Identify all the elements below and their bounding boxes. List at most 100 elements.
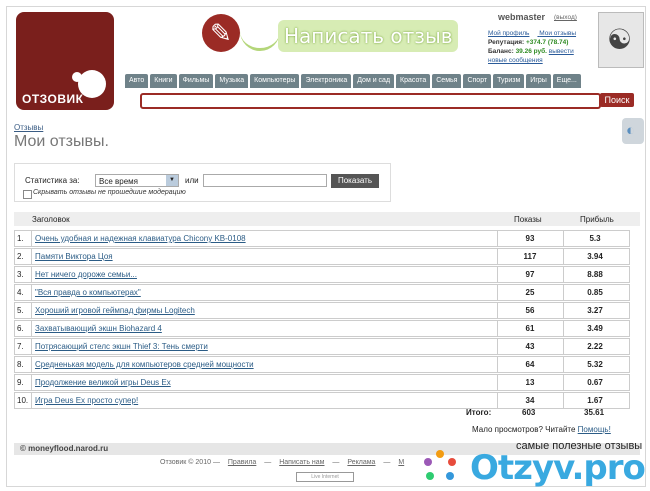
nav-tab[interactable]: Дом и сад bbox=[353, 74, 395, 88]
search-input[interactable] bbox=[140, 93, 601, 109]
period-select[interactable]: Все время ▼ bbox=[95, 174, 179, 187]
row-profit: 3.27 bbox=[563, 303, 626, 318]
row-profit: 2.22 bbox=[563, 339, 626, 354]
col-title: Заголовок bbox=[32, 215, 70, 224]
table-row: 10. Игра Deus Ex просто супер! 34 1.67 bbox=[14, 392, 630, 409]
footer-rules-link[interactable]: Правила bbox=[228, 459, 256, 466]
stats-filter: Статистика за: Все время ▼ или Показать С… bbox=[14, 163, 391, 202]
table-row: 8. Средненькая модель для компьютеров сре… bbox=[14, 356, 630, 373]
nav-tab[interactable]: Игры bbox=[526, 74, 551, 88]
chevron-down-icon: ▼ bbox=[166, 175, 178, 186]
table-row: 9. Продолжение великой игры Deus Ex 13 0.67 bbox=[14, 374, 630, 391]
table-row: 2. Памяти Виктора Цоя 117 3.94 bbox=[14, 248, 630, 265]
nav-tab[interactable]: Книги bbox=[150, 74, 177, 88]
review-link[interactable]: Очень удобная и надежная клавиатура Chic… bbox=[35, 234, 246, 243]
row-number: 4. bbox=[17, 288, 24, 297]
logout-link[interactable]: (выход) bbox=[554, 14, 577, 21]
row-number: 5. bbox=[17, 306, 24, 315]
avatar[interactable] bbox=[598, 12, 644, 68]
withdraw-link[interactable]: вывести bbox=[549, 48, 574, 55]
nav-tab[interactable]: Еще... bbox=[552, 74, 581, 88]
review-link[interactable]: Захватывающий экшн Biohazard 4 bbox=[35, 324, 162, 333]
logo-text: ОТЗОВИК bbox=[22, 92, 84, 106]
row-number: 1. bbox=[17, 234, 24, 243]
help-text: Мало просмотров? Читайте bbox=[472, 425, 576, 434]
globe-icon[interactable] bbox=[622, 118, 644, 144]
help-note: Мало просмотров? Читайте Помощь! bbox=[472, 425, 611, 434]
total-profit: 35.61 bbox=[584, 408, 605, 417]
review-link[interactable]: "Вся правда о компьютерах" bbox=[35, 288, 141, 297]
help-link[interactable]: Помощь! bbox=[578, 425, 611, 434]
row-number: 6. bbox=[17, 324, 24, 333]
period-label: Статистика за: bbox=[25, 176, 80, 185]
review-link[interactable]: Нет ничего дороже семьи... bbox=[35, 270, 137, 279]
write-review-label: Написать отзыв bbox=[284, 24, 453, 48]
review-link[interactable]: Памяти Виктора Цоя bbox=[35, 252, 113, 261]
nav-tab[interactable]: Спорт bbox=[463, 74, 492, 88]
row-profit: 8.88 bbox=[563, 267, 626, 282]
review-link[interactable]: Потрясающий стелс экшн Thief 3: Тень сме… bbox=[35, 342, 208, 351]
nav-tab[interactable]: Компьютеры bbox=[250, 74, 300, 88]
nav-tab[interactable]: Музыка bbox=[215, 74, 249, 88]
pencil-icon bbox=[202, 14, 240, 52]
search-button[interactable]: Поиск bbox=[600, 93, 634, 107]
row-views: 97 bbox=[497, 267, 562, 282]
new-messages-link[interactable]: новые сообщения bbox=[488, 57, 543, 64]
show-button[interactable]: Показать bbox=[331, 174, 379, 188]
balance-value: 39.26 руб. bbox=[515, 48, 547, 55]
row-views: 34 bbox=[497, 393, 562, 408]
review-link[interactable]: Игра Deus Ex просто супер! bbox=[35, 396, 138, 405]
nav-tab[interactable]: Фильмы bbox=[178, 74, 214, 88]
write-review-banner[interactable]: Написать отзыв bbox=[202, 14, 462, 64]
review-link[interactable]: Хороший игровой геймпад фирмы Logitech bbox=[35, 306, 195, 315]
table-row: 1. Очень удобная и надежная клавиатура Ch… bbox=[14, 230, 630, 247]
nav-tab[interactable]: Семья bbox=[432, 74, 462, 88]
review-link[interactable]: Продолжение великой игры Deus Ex bbox=[35, 378, 171, 387]
total-views: 603 bbox=[522, 408, 536, 417]
nav-tab[interactable]: Авто bbox=[125, 74, 149, 88]
row-views: 117 bbox=[497, 249, 562, 264]
watermark-left: © moneyflood.narod.ru bbox=[20, 444, 109, 453]
row-number: 8. bbox=[17, 360, 24, 369]
row-views: 43 bbox=[497, 339, 562, 354]
nav-tab[interactable]: Красота bbox=[396, 74, 431, 88]
or-label: или bbox=[185, 176, 199, 185]
balance-label: Баланс: bbox=[488, 48, 514, 55]
hide-unmoderated-label: Скрывать отзывы не прошедшие модерацию bbox=[33, 189, 186, 196]
breadcrumb[interactable]: Отзывы bbox=[14, 123, 43, 132]
row-profit: 5.3 bbox=[563, 231, 626, 246]
row-profit: 3.49 bbox=[563, 321, 626, 336]
review-link[interactable]: Средненькая модель для компьютеров средн… bbox=[35, 360, 254, 369]
table-row: 3. Нет ничего дороже семьи... 97 8.88 bbox=[14, 266, 630, 283]
my-reviews-link[interactable]: Мои отзывы bbox=[539, 30, 576, 37]
reviews-table: 1. Очень удобная и надежная клавиатура Ch… bbox=[14, 230, 630, 410]
hide-unmoderated-checkbox[interactable] bbox=[23, 190, 32, 199]
table-row: 7. Потрясающий стелс экшн Thief 3: Тень с… bbox=[14, 338, 630, 355]
footer-contact-link[interactable]: Написать нам bbox=[279, 459, 324, 466]
nav-tab[interactable]: Туризм bbox=[493, 74, 525, 88]
table-row: 5. Хороший игровой геймпад фирмы Logitech… bbox=[14, 302, 630, 319]
col-profit: Прибыль bbox=[580, 215, 614, 224]
table-row: 6. Захватывающий экшн Biohazard 4 61 3.49 bbox=[14, 320, 630, 337]
row-profit: 0.85 bbox=[563, 285, 626, 300]
category-nav: Авто Книги Фильмы Музыка Компьютеры Электрони… bbox=[125, 74, 643, 88]
page-title: Мои отзывы. bbox=[14, 133, 109, 150]
username: webmaster bbox=[498, 12, 546, 22]
row-number: 3. bbox=[17, 270, 24, 279]
row-views: 25 bbox=[497, 285, 562, 300]
row-number: 9. bbox=[17, 378, 24, 387]
reputation-label: Репутация: bbox=[488, 39, 525, 46]
copyright: Отзовик © 2010 bbox=[160, 459, 211, 466]
site-logo[interactable]: ОТЗОВИК bbox=[16, 12, 114, 110]
period-select-value: Все время bbox=[99, 177, 138, 186]
my-profile-link[interactable]: Мой профиль bbox=[488, 30, 529, 37]
live-internet-counter[interactable]: Live Internet bbox=[296, 472, 354, 482]
row-number: 10. bbox=[17, 396, 29, 405]
footer-ads-link[interactable]: Реклама bbox=[347, 459, 375, 466]
row-views: 93 bbox=[497, 231, 562, 246]
row-views: 56 bbox=[497, 303, 562, 318]
date-input[interactable] bbox=[203, 174, 327, 187]
footer-more-link[interactable]: М bbox=[398, 459, 404, 466]
nav-tab[interactable]: Электроника bbox=[301, 74, 352, 88]
row-number: 7. bbox=[17, 342, 24, 351]
